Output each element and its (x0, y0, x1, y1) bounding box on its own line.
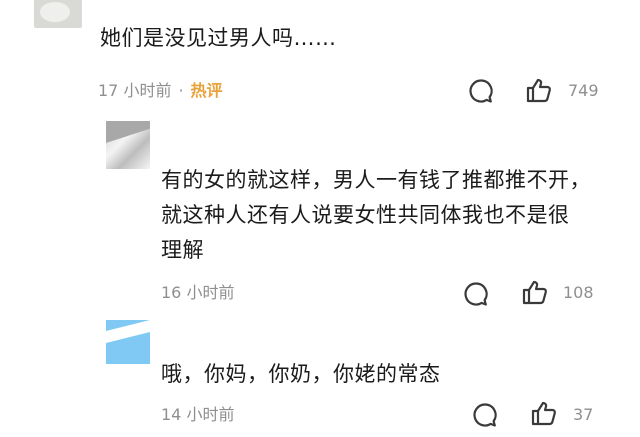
replier-avatar[interactable] (106, 320, 150, 364)
reply-bubble-icon[interactable] (467, 77, 495, 105)
commenter-avatar[interactable] (34, 0, 82, 28)
thumbs-up-icon[interactable] (521, 278, 549, 306)
reply-body: 哦，你妈，你奶，你姥的常态 (161, 357, 441, 392)
like-count: 749 (568, 81, 599, 100)
thumbs-up-icon[interactable] (530, 399, 558, 427)
reply-text-line: 理解 (161, 238, 204, 262)
meta-separator: · (178, 81, 184, 100)
reply-meta: 16 小时前 (161, 283, 234, 303)
like-count: 108 (563, 283, 594, 302)
comment-meta: 17 小时前 · 热评 (98, 81, 223, 101)
reply-text-line: 就这种人还有人说要女性共同体我也不是很 (161, 203, 570, 227)
reply-text-line: 哦，你妈，你奶，你姥的常态 (161, 362, 441, 386)
reply-time: 14 小时前 (161, 405, 235, 424)
comment-time: 17 小时前 (98, 81, 172, 100)
replier-avatar[interactable] (106, 121, 150, 169)
reply-meta: 14 小时前 (161, 405, 234, 425)
reply-bubble-icon[interactable] (462, 280, 490, 308)
comment-body: 她们是没见过男人吗…… (100, 21, 337, 56)
comment-thread: 她们是没见过男人吗…… 17 小时前 · 热评 749 有的女的就这样，男人一有钱了… (0, 0, 640, 437)
reply-body: 有的女的就这样，男人一有钱了推都推不开， 就这种人还有人说要女性共同体我也不是很… (161, 163, 591, 268)
hot-comment-badge: 热评 (190, 81, 223, 100)
like-count: 37 (573, 405, 594, 424)
thumbs-up-icon[interactable] (525, 76, 553, 104)
reply-bubble-icon[interactable] (471, 401, 499, 429)
comment-text-line: 她们是没见过男人吗…… (100, 26, 337, 50)
reply-text-line: 有的女的就这样，男人一有钱了推都推不开， (161, 168, 591, 192)
reply-time: 16 小时前 (161, 283, 235, 302)
